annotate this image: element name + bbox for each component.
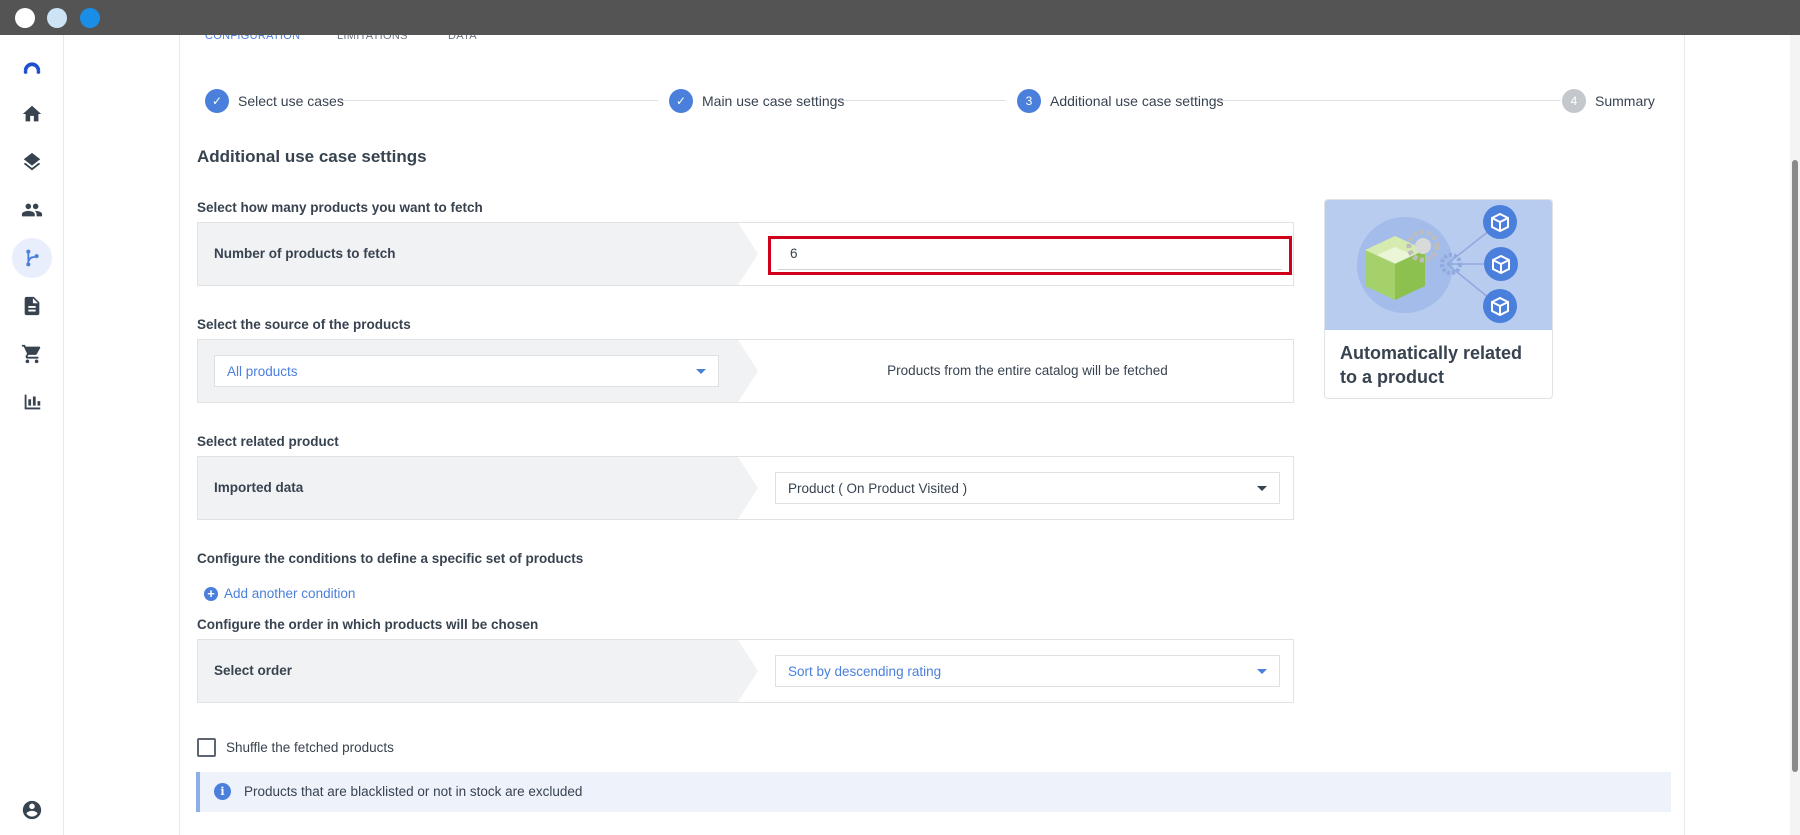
step-select-use-cases[interactable]: ✓ Select use cases bbox=[205, 89, 344, 113]
page-title: Additional use case settings bbox=[197, 147, 427, 166]
shuffle-checkbox[interactable] bbox=[197, 738, 216, 757]
step-number: 3 bbox=[1017, 89, 1041, 113]
tab-configuration[interactable]: CONFIGURATION bbox=[205, 35, 300, 43]
add-condition-label: Add another condition bbox=[224, 586, 356, 601]
select-value: Product ( On Product Visited ) bbox=[788, 481, 968, 496]
tab-limitations[interactable]: LIMITATIONS bbox=[337, 35, 408, 43]
row-arrow bbox=[738, 457, 758, 519]
order-row: Select order Sort by descending rating bbox=[197, 639, 1294, 703]
stepper: ✓ Select use cases ✓ Main use case setti… bbox=[180, 83, 1686, 119]
step-number: 4 bbox=[1562, 89, 1586, 113]
row-label-cell: Imported data bbox=[198, 457, 738, 519]
window-close-dot[interactable] bbox=[15, 8, 35, 28]
related-product-select[interactable]: Product ( On Product Visited ) bbox=[775, 472, 1280, 504]
order-select[interactable]: Sort by descending rating bbox=[775, 655, 1280, 687]
row-label-cell: Select order bbox=[198, 640, 738, 702]
step-connector bbox=[340, 100, 658, 101]
people-icon[interactable] bbox=[12, 190, 52, 230]
step-label: Summary bbox=[1595, 93, 1655, 109]
flow-icon[interactable] bbox=[12, 238, 52, 278]
select-value: Sort by descending rating bbox=[788, 664, 942, 679]
user-icon[interactable] bbox=[12, 790, 52, 830]
window-minimize-dot[interactable] bbox=[47, 8, 67, 28]
chevron-down-icon bbox=[1257, 486, 1267, 491]
source-row: All products Products from the entire ca… bbox=[197, 339, 1294, 403]
fetch-count-row: Number of products to fetch bbox=[197, 222, 1294, 286]
info-icon: i bbox=[214, 783, 231, 800]
step-connector bbox=[836, 100, 1006, 101]
row-arrow bbox=[738, 640, 758, 702]
main-panel: CONFIGURATION LIMITATIONS DATA ✓ Select … bbox=[179, 35, 1685, 835]
chart-icon[interactable] bbox=[12, 382, 52, 422]
add-condition-button[interactable]: + Add another condition bbox=[204, 586, 355, 601]
plus-circle-icon: + bbox=[204, 586, 218, 601]
source-description: Products from the entire catalog will be… bbox=[887, 363, 1168, 378]
related-row: Imported data Product ( On Product Visit… bbox=[197, 456, 1294, 520]
select-value: All products bbox=[227, 364, 298, 379]
row-arrow bbox=[738, 223, 758, 285]
section-label-source: Select the source of the products bbox=[197, 317, 411, 332]
document-icon[interactable] bbox=[12, 286, 52, 326]
section-label-order: Configure the order in which products wi… bbox=[197, 617, 539, 632]
scrollbar-thumb[interactable] bbox=[1792, 160, 1798, 772]
section-label-related: Select related product bbox=[197, 434, 339, 449]
step-label: Main use case settings bbox=[702, 93, 845, 109]
chevron-down-icon bbox=[696, 369, 706, 374]
step-label: Select use cases bbox=[238, 93, 344, 109]
related-products-illustration bbox=[1325, 200, 1552, 330]
shuffle-option: Shuffle the fetched products bbox=[197, 738, 394, 757]
use-case-card: Automatically related to a product bbox=[1324, 199, 1553, 399]
info-text: Products that are blacklisted or not in … bbox=[244, 784, 583, 799]
chevron-down-icon bbox=[1257, 669, 1267, 674]
row-arrow bbox=[738, 340, 758, 402]
logo-icon[interactable] bbox=[12, 47, 52, 87]
sidebar bbox=[0, 35, 64, 835]
highlight-box bbox=[768, 236, 1292, 275]
source-select[interactable]: All products bbox=[214, 355, 719, 387]
card-title: Automatically related to a product bbox=[1340, 343, 1523, 387]
check-icon: ✓ bbox=[669, 89, 693, 113]
tab-data[interactable]: DATA bbox=[448, 35, 477, 43]
shuffle-label: Shuffle the fetched products bbox=[226, 740, 394, 755]
window-maximize-dot[interactable] bbox=[80, 8, 100, 28]
window-titlebar bbox=[0, 0, 1800, 35]
step-main-use-case-settings[interactable]: ✓ Main use case settings bbox=[669, 89, 844, 113]
row-label-cell: All products bbox=[198, 340, 738, 402]
step-summary[interactable]: 4 Summary bbox=[1562, 89, 1655, 113]
row-label-cell: Number of products to fetch bbox=[198, 223, 738, 285]
row-label: Number of products to fetch bbox=[214, 246, 396, 261]
step-additional-use-case-settings[interactable]: 3 Additional use case settings bbox=[1017, 89, 1224, 113]
info-banner: i Products that are blacklisted or not i… bbox=[196, 772, 1671, 812]
row-label: Select order bbox=[214, 663, 293, 678]
home-icon[interactable] bbox=[12, 94, 52, 134]
section-label-conditions: Configure the conditions to define a spe… bbox=[197, 551, 584, 566]
layers-icon[interactable] bbox=[12, 142, 52, 182]
row-label: Imported data bbox=[214, 480, 304, 495]
section-label-fetch: Select how many products you want to fet… bbox=[197, 200, 483, 215]
cart-icon[interactable] bbox=[12, 334, 52, 374]
check-icon: ✓ bbox=[205, 89, 229, 113]
step-label: Additional use case settings bbox=[1050, 93, 1224, 109]
step-connector bbox=[1212, 100, 1561, 101]
